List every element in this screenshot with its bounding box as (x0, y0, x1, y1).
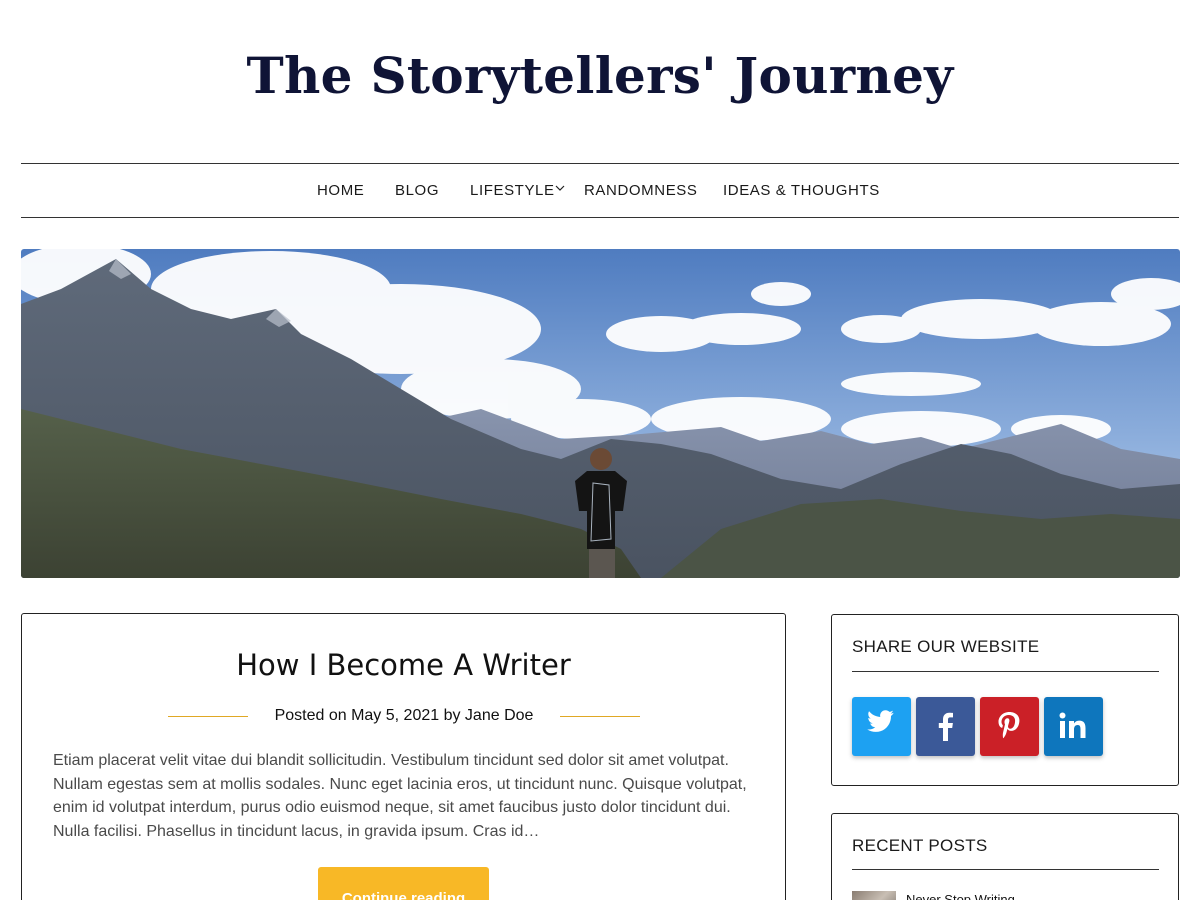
recent-post-link[interactable]: Never Stop Writing (906, 892, 1015, 900)
recent-post-thumbnail[interactable] (852, 891, 896, 900)
pinterest-share-button[interactable] (980, 697, 1039, 756)
twitter-share-button[interactable] (852, 697, 911, 756)
continue-reading-button[interactable]: Continue reading (318, 867, 489, 900)
post-excerpt: Etiam placerat velit vitae dui blandit s… (53, 752, 747, 840)
meta-divider-left (168, 716, 248, 717)
facebook-icon (938, 712, 953, 741)
hero-image (21, 249, 1180, 578)
nav-item-randomness[interactable]: RANDOMNESS (584, 182, 698, 199)
widget-divider (852, 869, 1159, 870)
meta-divider-right (560, 716, 640, 717)
post-meta-text: Posted on May 5, 2021 by Jane Doe (274, 707, 534, 724)
nav-item-lifestyle[interactable]: LIFESTYLE (470, 182, 555, 199)
post-title[interactable]: How I Become A Writer (22, 648, 785, 682)
linkedin-share-button[interactable] (1044, 697, 1103, 756)
post-meta: Posted on May 5, 2021 by Jane Doe (22, 706, 785, 728)
chevron-down-icon[interactable] (555, 180, 565, 191)
nav-item-home[interactable]: HOME (317, 182, 364, 199)
pinterest-icon (998, 712, 1020, 739)
nav-item-ideas-thoughts[interactable]: IDEAS & THOUGHTS (723, 182, 880, 199)
facebook-share-button[interactable] (916, 697, 975, 756)
site-title[interactable]: The Storytellers' Journey (0, 46, 1200, 105)
recent-posts-widget: RECENT POSTS Never Stop Writing (831, 813, 1179, 900)
main-nav: HOME BLOG LIFESTYLE RANDOMNESS IDEAS & T… (21, 163, 1179, 218)
nav-item-blog[interactable]: BLOG (395, 182, 439, 199)
share-widget-title: SHARE OUR WEBSITE (852, 637, 1040, 656)
linkedin-icon (1059, 712, 1086, 738)
post-card: How I Become A Writer Posted on May 5, 2… (21, 613, 786, 900)
widget-divider (852, 671, 1159, 672)
twitter-icon (867, 710, 894, 732)
share-widget: SHARE OUR WEBSITE (831, 614, 1179, 786)
recent-posts-title: RECENT POSTS (852, 836, 988, 855)
